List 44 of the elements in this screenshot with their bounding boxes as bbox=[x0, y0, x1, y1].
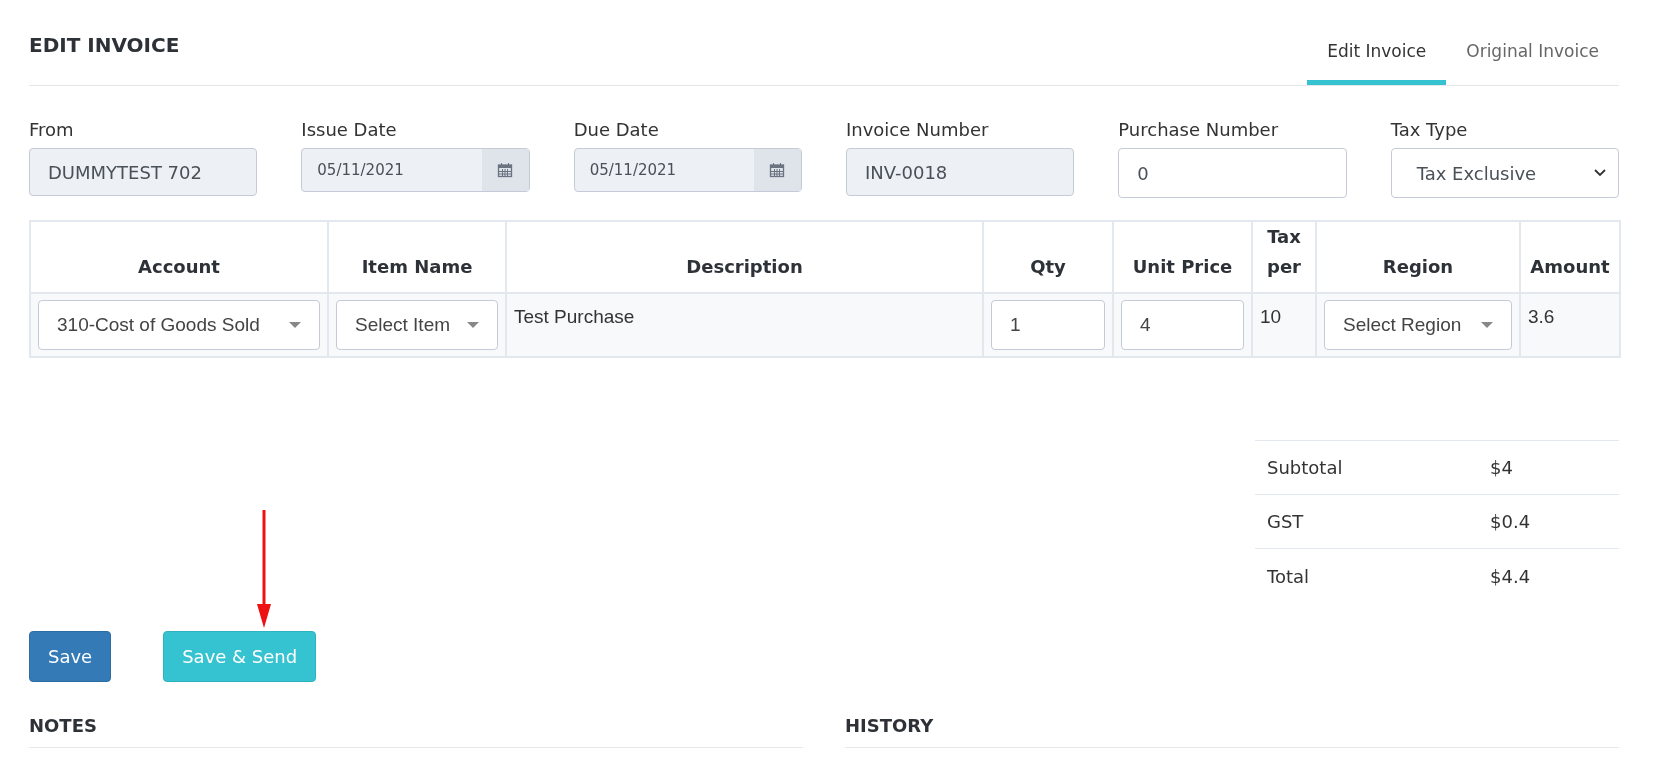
field-label: Due Date bbox=[573, 118, 660, 138]
field-label: Purchase Number bbox=[1118, 118, 1280, 138]
total-value: $4 bbox=[1490, 456, 1513, 480]
calendar-icon bbox=[769, 162, 786, 178]
page-title: EDIT INVOICE bbox=[29, 32, 180, 59]
dropdown[interactable]: Select Region bbox=[1324, 300, 1512, 350]
caret-icon bbox=[467, 322, 479, 328]
table-cell-text: 10 bbox=[1260, 305, 1283, 329]
total-label: GST bbox=[1267, 510, 1305, 534]
input-field[interactable]: 0 bbox=[1118, 148, 1347, 198]
input-field[interactable]: 4 bbox=[1121, 300, 1244, 350]
caret-icon bbox=[1481, 322, 1493, 328]
table-cell-text: Test Purchase bbox=[514, 305, 636, 329]
column-header: Account bbox=[30, 221, 328, 293]
total-label: Subtotal bbox=[1267, 456, 1344, 480]
total-value: $0.4 bbox=[1490, 510, 1531, 534]
input-field[interactable]: 1 bbox=[991, 300, 1105, 350]
select-field[interactable]: Tax Exclusive bbox=[1390, 148, 1619, 198]
tab[interactable]: Original Invoice bbox=[1446, 35, 1619, 85]
field-label: From bbox=[29, 118, 75, 138]
chevron-down-icon bbox=[1594, 169, 1606, 177]
calendar-button[interactable] bbox=[754, 149, 801, 191]
date-value: 05/11/2021 bbox=[588, 159, 678, 181]
dropdown[interactable]: 310-Cost of Goods Sold bbox=[38, 300, 320, 350]
section-heading: NOTES bbox=[29, 712, 803, 748]
tab[interactable]: Edit Invoice bbox=[1307, 35, 1447, 85]
calendar-icon bbox=[497, 162, 514, 178]
total-label: Total bbox=[1267, 564, 1311, 589]
text-field[interactable]: DUMMYTEST 702 bbox=[29, 148, 258, 196]
section-heading: HISTORY bbox=[845, 712, 1619, 748]
table-cell-text: 3.6 bbox=[1528, 305, 1556, 329]
text-field[interactable]: INV-0018 bbox=[846, 148, 1075, 196]
field-label: Issue Date bbox=[301, 118, 398, 138]
total-value: $4.4 bbox=[1490, 564, 1531, 589]
date-value: 05/11/2021 bbox=[316, 159, 405, 181]
caret-icon bbox=[289, 322, 301, 328]
date-field[interactable]: 05/11/2021 bbox=[301, 148, 530, 192]
field-label: Invoice Number bbox=[846, 118, 990, 138]
calendar-button[interactable] bbox=[481, 149, 529, 191]
field-label: Tax Type bbox=[1390, 118, 1469, 138]
dropdown[interactable]: Select Item bbox=[336, 300, 498, 350]
save-button[interactable]: Save bbox=[29, 631, 112, 682]
date-field[interactable]: 05/11/2021 bbox=[573, 148, 802, 192]
column-header: Description bbox=[506, 221, 983, 293]
